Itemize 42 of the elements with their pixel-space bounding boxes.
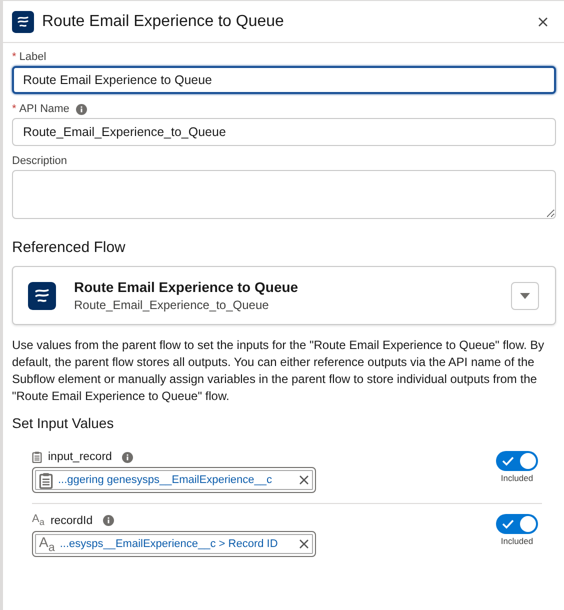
panel-title: Route Email Experience to Queue [42,12,285,30]
value-pill[interactable]: ...ggering genesysps__EmailExperience__c [32,467,316,493]
text-field[interactable]: Route Email Experience to Queue [12,66,556,94]
check-icon [502,519,514,529]
toggle-label: Included [500,536,534,546]
required-mark: * [12,51,16,63]
toggle-label: Included [500,473,534,483]
info-icon[interactable] [122,452,133,462]
pill-value: ...esysps__EmailExperience__c > Record ID [60,538,279,550]
clipboard-icon [39,472,53,488]
pill-value: ...ggering genesysps__EmailExperience__c [58,474,274,486]
input-name: recordId [50,514,93,527]
input-name: input_record [48,451,112,463]
toggle-switch[interactable] [496,451,538,471]
info-icon[interactable] [76,104,88,114]
required-mark: * [12,103,16,115]
close-icon [538,16,548,26]
remove-button[interactable] [299,539,309,550]
close-icon [299,475,309,485]
text-field[interactable]: Route_Email_Experience_to_Queue [12,118,556,146]
description-field[interactable] [12,170,556,219]
field-label: Label [19,51,46,63]
text-type-icon: A$_{a}$ [39,535,55,554]
value-pill[interactable]: A$_{a}$ ...esysps__EmailExperience__c > Record ID [32,531,316,558]
close-icon [299,539,309,550]
flow-api-name: Route_Email_Experience_to_Queue [74,298,270,312]
toggle-switch[interactable] [496,514,538,534]
flow-icon [28,282,56,310]
flow-icon [12,10,34,32]
description-text: Use values from the parent flow to set the inputs for the "Route Email Experience to Queue" flow. By default, the parent flow stores all outputs. You can either reference outputs via the API name of the Subflow element or manually assign variables in the parent flow to store individual outputs from the "Route Email Experience to Queue" flow. [12,337,546,405]
dropdown-button[interactable] [511,282,539,310]
caret-icon [520,292,530,298]
flow-name: Route Email Experience to Queue [74,279,300,295]
info-icon[interactable] [102,515,114,526]
field-label: API Name [19,103,70,115]
check-icon [502,456,514,466]
remove-button[interactable] [299,475,309,485]
section-heading: Referenced Flow [12,239,126,256]
field-label: Description [12,155,68,167]
clipboard-icon [32,451,42,463]
section-heading: Set Input Values [12,415,115,431]
text-type-icon: A$_{a}$ [32,514,44,528]
